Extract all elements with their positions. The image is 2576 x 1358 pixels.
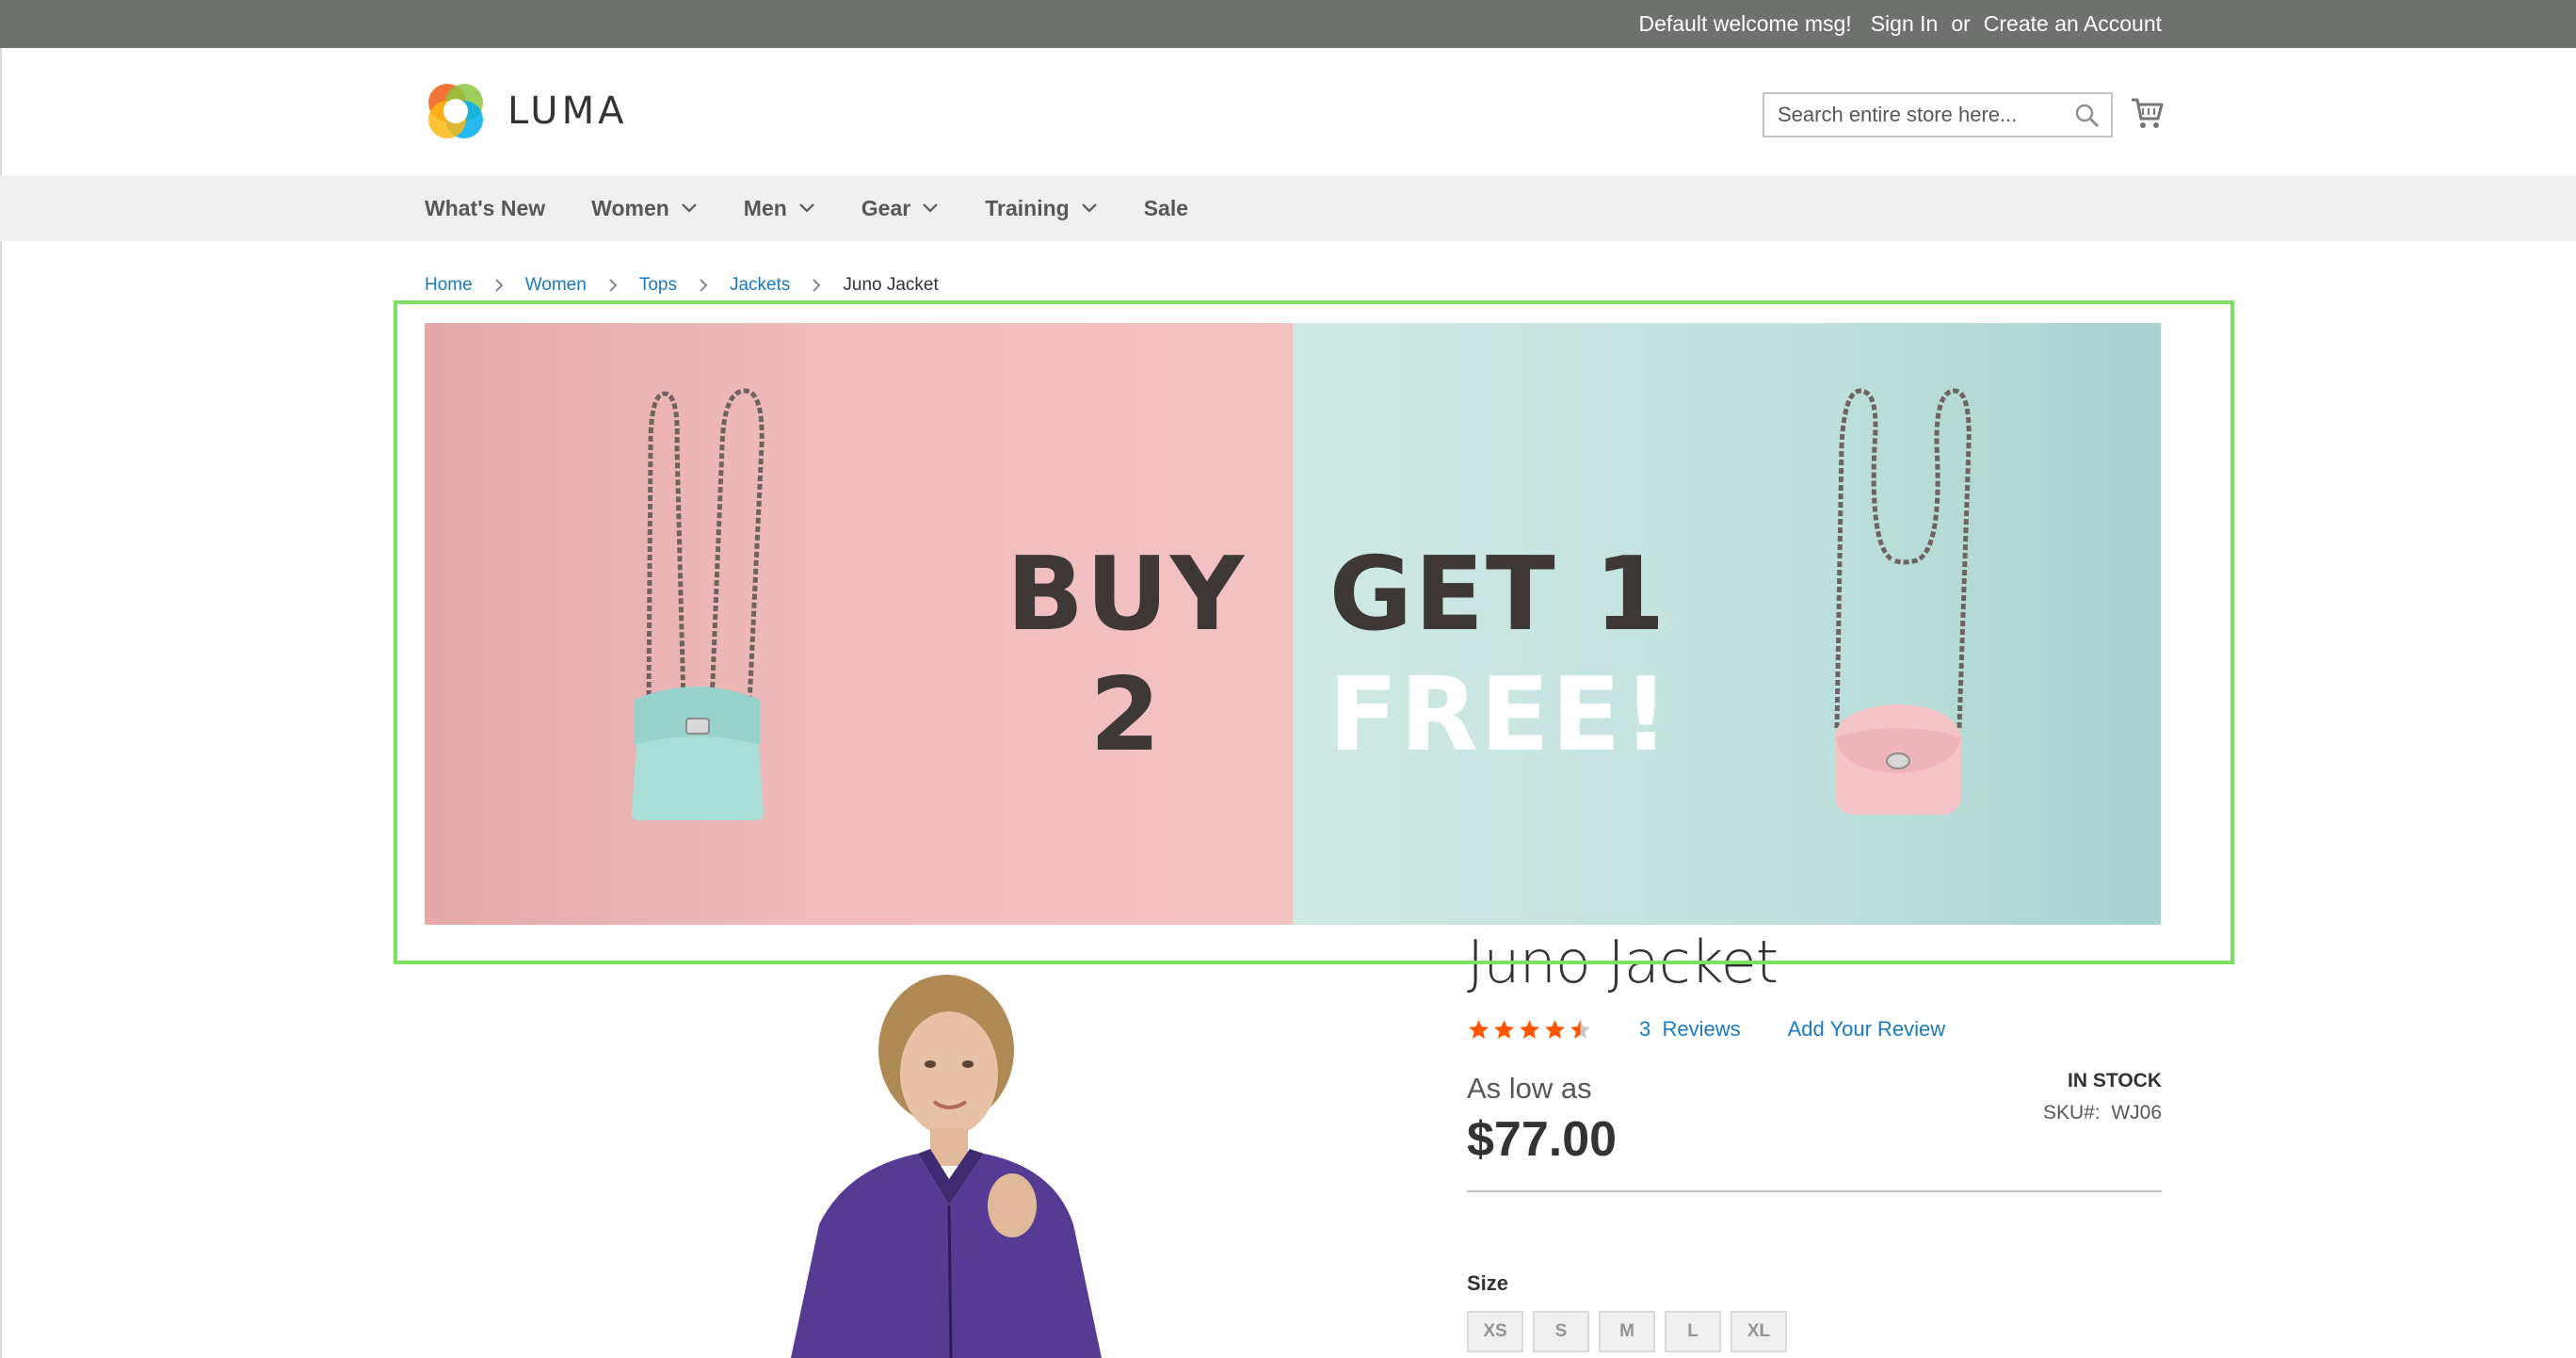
price-label: As low as <box>1467 1072 1592 1105</box>
page-edge <box>0 48 2 1358</box>
size-option-xs[interactable]: XS <box>1467 1311 1523 1352</box>
top-bar: Default welcome msg! Sign In or Create a… <box>0 0 2576 48</box>
chevron-right-icon <box>813 279 821 292</box>
product-sku: SKU#: WJ06 <box>2043 1102 2162 1124</box>
chevron-right-icon <box>495 279 503 292</box>
size-label: Size <box>1467 1271 1509 1295</box>
product-image[interactable] <box>716 970 1167 1358</box>
nav-item-label: Gear <box>861 195 911 220</box>
chevron-down-icon <box>1081 203 1097 213</box>
size-options: XS S M L XL <box>1467 1311 1787 1352</box>
star-half-icon <box>1570 1019 1590 1039</box>
add-review-link[interactable]: Add Your Review <box>1788 1017 1946 1042</box>
size-option-xl[interactable]: XL <box>1731 1311 1787 1352</box>
nav-item-label: Men <box>743 195 787 220</box>
size-option-s[interactable]: S <box>1533 1311 1589 1352</box>
nav-item-whats-new[interactable]: What's New <box>425 196 545 221</box>
or-text: or <box>1951 11 1971 36</box>
chevron-down-icon <box>923 203 939 213</box>
breadcrumb-women[interactable]: Women <box>525 275 587 296</box>
sign-in-link[interactable]: Sign In <box>1871 11 1939 37</box>
highlight-frame <box>394 300 2234 964</box>
search-box <box>1763 92 2113 137</box>
cart-icon[interactable] <box>2130 94 2164 132</box>
star-icon <box>1520 1019 1539 1039</box>
star-icon <box>1494 1019 1514 1039</box>
chevron-down-icon <box>799 203 814 213</box>
sku-label: SKU#: <box>2042 1102 2101 1124</box>
nav-item-women[interactable]: Women <box>591 196 698 221</box>
breadcrumb-tops[interactable]: Tops <box>639 275 677 296</box>
chevron-right-icon <box>700 279 708 292</box>
reviews-count: 3 <box>1639 1017 1651 1041</box>
star-icon <box>1545 1019 1565 1039</box>
breadcrumb-home[interactable]: Home <box>425 275 473 296</box>
nav-item-label: Women <box>591 195 669 220</box>
main-navigation: What's New Women Men Gear Training Sale <box>0 175 2576 241</box>
chevron-right-icon <box>609 279 617 292</box>
chevron-down-icon <box>682 203 697 213</box>
sku-value: WJ06 <box>2111 1102 2162 1124</box>
nav-item-label: Sale <box>1143 195 1189 220</box>
search-input[interactable] <box>1764 94 2111 136</box>
luma-logo-icon <box>428 84 483 138</box>
header-links: Default welcome msg! Sign In or Create a… <box>1638 0 2162 48</box>
reviews-label: Reviews <box>1662 1017 1741 1041</box>
breadcrumb: Home Women Tops Jackets Juno Jacket <box>425 275 939 296</box>
star-icon <box>1469 1019 1489 1039</box>
product-price: $77.00 <box>1467 1112 1618 1167</box>
nav-item-sale[interactable]: Sale <box>1144 196 1188 221</box>
product-rating: 3 Reviews Add Your Review <box>1467 1017 1945 1042</box>
nav-item-training[interactable]: Training <box>985 196 1097 221</box>
divider <box>1467 1190 2162 1192</box>
nav-item-label: What's New <box>425 195 546 220</box>
stock-status: IN STOCK <box>2068 1070 2162 1091</box>
breadcrumb-jackets[interactable]: Jackets <box>730 275 790 296</box>
jacket-model-image <box>791 975 1102 1358</box>
logo-text: LUMA <box>507 89 628 133</box>
welcome-message: Default welcome msg! <box>1638 11 1852 36</box>
nav-item-gear[interactable]: Gear <box>861 196 939 221</box>
nav-item-label: Training <box>985 195 1070 220</box>
nav-item-men[interactable]: Men <box>744 196 815 221</box>
search-icon[interactable] <box>2075 104 2100 128</box>
rating-stars <box>1467 1018 1592 1042</box>
logo[interactable]: LUMA <box>425 79 627 143</box>
reviews-link[interactable]: 3 Reviews <box>1639 1017 1741 1042</box>
create-account-link[interactable]: Create an Account <box>1984 11 2162 37</box>
size-option-l[interactable]: L <box>1665 1311 1721 1352</box>
breadcrumb-current: Juno Jacket <box>843 275 939 295</box>
size-option-m[interactable]: M <box>1599 1311 1655 1352</box>
